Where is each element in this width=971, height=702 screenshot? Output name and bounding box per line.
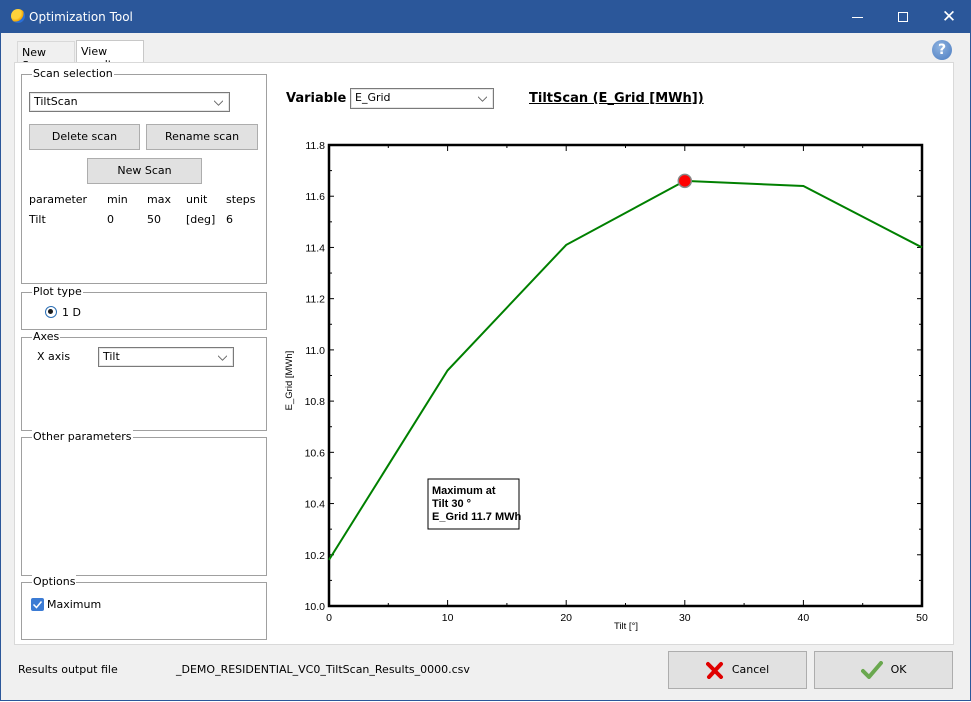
annotation-line: Maximum at — [432, 485, 496, 497]
cancel-x-icon — [706, 661, 724, 679]
annotation-line: Tilt 30 ° — [432, 498, 471, 510]
x-tick-label: 40 — [798, 612, 810, 624]
y-tick-label: 10.4 — [305, 499, 326, 511]
y-tick-label: 10.0 — [305, 601, 326, 613]
y-tick-label: 10.6 — [305, 447, 326, 459]
x-axis-label: Tilt [°] — [614, 621, 638, 632]
y-tick-label: 11.4 — [305, 242, 325, 254]
y-tick-label: 11.8 — [305, 140, 325, 152]
y-tick-label: 11.0 — [305, 345, 325, 357]
ok-label: OK — [891, 663, 907, 676]
y-tick-label: 11.2 — [305, 294, 325, 306]
maximum-marker — [678, 174, 691, 187]
optimization-tool-window: Optimization Tool ✕ New Scan View result… — [0, 0, 971, 701]
x-tick-label: 50 — [916, 612, 928, 624]
results-output-file: _DEMO_RESIDENTIAL_VC0_TiltScan_Results_0… — [176, 663, 470, 676]
ok-check-icon — [861, 661, 883, 679]
x-tick-label: 0 — [326, 612, 332, 624]
annotation-line: E_Grid 11.7 MWh — [432, 511, 522, 523]
results-output-label: Results output file — [18, 663, 118, 676]
x-tick-label: 30 — [679, 612, 691, 624]
cancel-label: Cancel — [732, 663, 769, 676]
x-tick-label: 10 — [442, 612, 454, 624]
y-axis-label: E_Grid [MWh] — [284, 351, 295, 411]
line-chart: 10.0 10.2 10.4 10.6 10.8 11.0 11.2 11.4 11.6 11.8… — [1, 1, 971, 702]
plot-frame — [329, 145, 922, 606]
y-tick-label: 10.2 — [305, 550, 326, 562]
cancel-button[interactable]: Cancel — [668, 651, 807, 689]
ok-button[interactable]: OK — [814, 651, 953, 689]
x-tick-label: 20 — [560, 612, 572, 624]
y-tick-label: 11.6 — [305, 191, 325, 203]
y-tick-label: 10.8 — [305, 396, 326, 408]
